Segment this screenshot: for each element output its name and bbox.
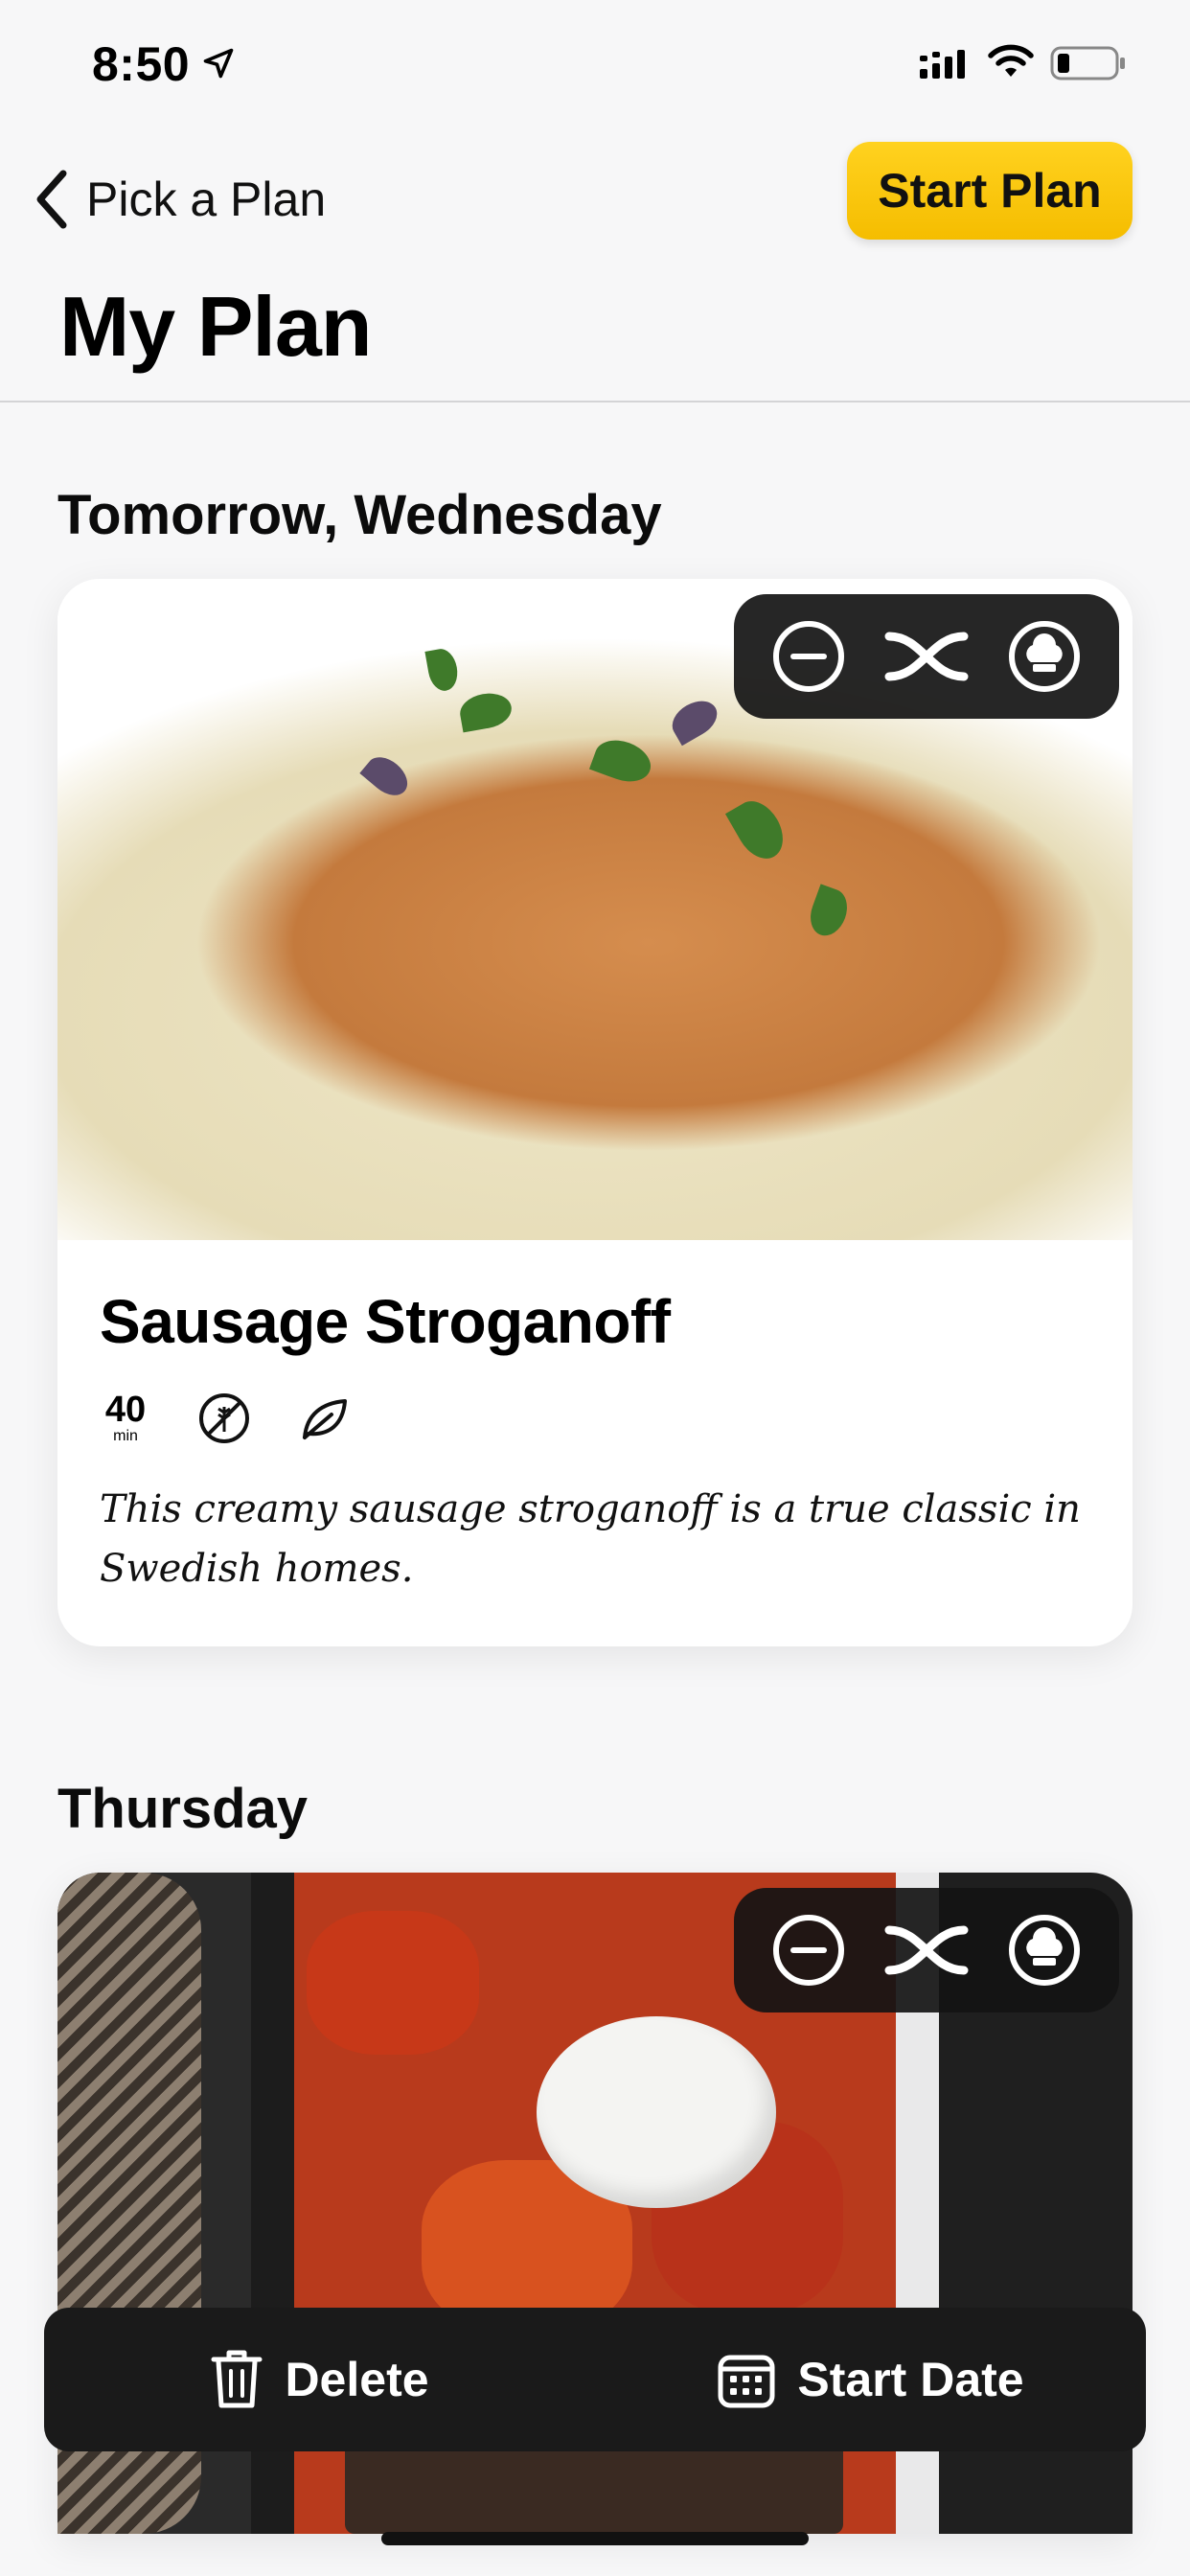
battery-icon [1050, 46, 1125, 80]
chef-button[interactable] [996, 1902, 1092, 1998]
home-indicator [381, 2532, 809, 2545]
cook-time: 40 min [100, 1392, 151, 1445]
shuffle-icon [884, 1925, 969, 1975]
card-action-bar [734, 594, 1119, 719]
back-button[interactable]: Pick a Plan [33, 161, 326, 238]
remove-button[interactable] [761, 609, 857, 704]
page-title: My Plan [59, 279, 373, 374]
remove-button[interactable] [761, 1902, 857, 1998]
recipe-description: This creamy sausage stroganoff is a true… [100, 1487, 1081, 1591]
delete-button[interactable]: Delete [44, 2348, 595, 2411]
bottom-toolbar: Delete Start Date [44, 2308, 1146, 2451]
swap-button[interactable] [879, 1902, 974, 1998]
calendar-icon [718, 2355, 775, 2408]
swap-button[interactable] [879, 609, 974, 704]
leaf-icon [303, 1399, 347, 1439]
card-action-bar [734, 1888, 1119, 2012]
cook-time-value: 40 [104, 1390, 147, 1430]
gluten-free-icon [199, 1393, 249, 1443]
chef-button[interactable] [996, 609, 1092, 704]
day-heading: Thursday [57, 1778, 309, 1840]
chef-hat-icon [1009, 1915, 1081, 1986]
wifi-icon [988, 44, 1034, 77]
back-button-label: Pick a Plan [86, 172, 327, 226]
recipe-meta: 40 min [100, 1390, 1090, 1447]
recipe-card[interactable]: Sausage Stroganoff 40 min This creamy sa… [57, 579, 1133, 1646]
chevron-left-icon [36, 170, 67, 229]
cellular-signal-icon [920, 50, 965, 79]
recipe-image [57, 579, 1133, 1240]
nav-header: Pick a Plan Start Plan My Plan [0, 125, 1190, 402]
start-date-button-label: Start Date [797, 2353, 1024, 2406]
day-heading: Tomorrow, Wednesday [57, 484, 662, 546]
shuffle-icon [884, 632, 969, 681]
delete-button-label: Delete [285, 2353, 429, 2406]
chef-hat-icon [1009, 621, 1081, 692]
location-arrow-icon [203, 48, 234, 79]
recipe-card-body: Sausage Stroganoff 40 min This creamy sa… [57, 1240, 1133, 1646]
recipe-title: Sausage Stroganoff [100, 1287, 671, 1356]
minus-circle-icon [772, 1915, 844, 1986]
status-time: 8:50 [92, 37, 191, 91]
start-date-button[interactable]: Start Date [595, 2350, 1146, 2409]
minus-circle-icon [772, 621, 844, 692]
cook-time-unit: min [113, 1428, 138, 1444]
start-plan-button[interactable]: Start Plan [847, 142, 1133, 240]
trash-icon [211, 2350, 263, 2408]
status-bar: 8:50 [0, 0, 1190, 125]
